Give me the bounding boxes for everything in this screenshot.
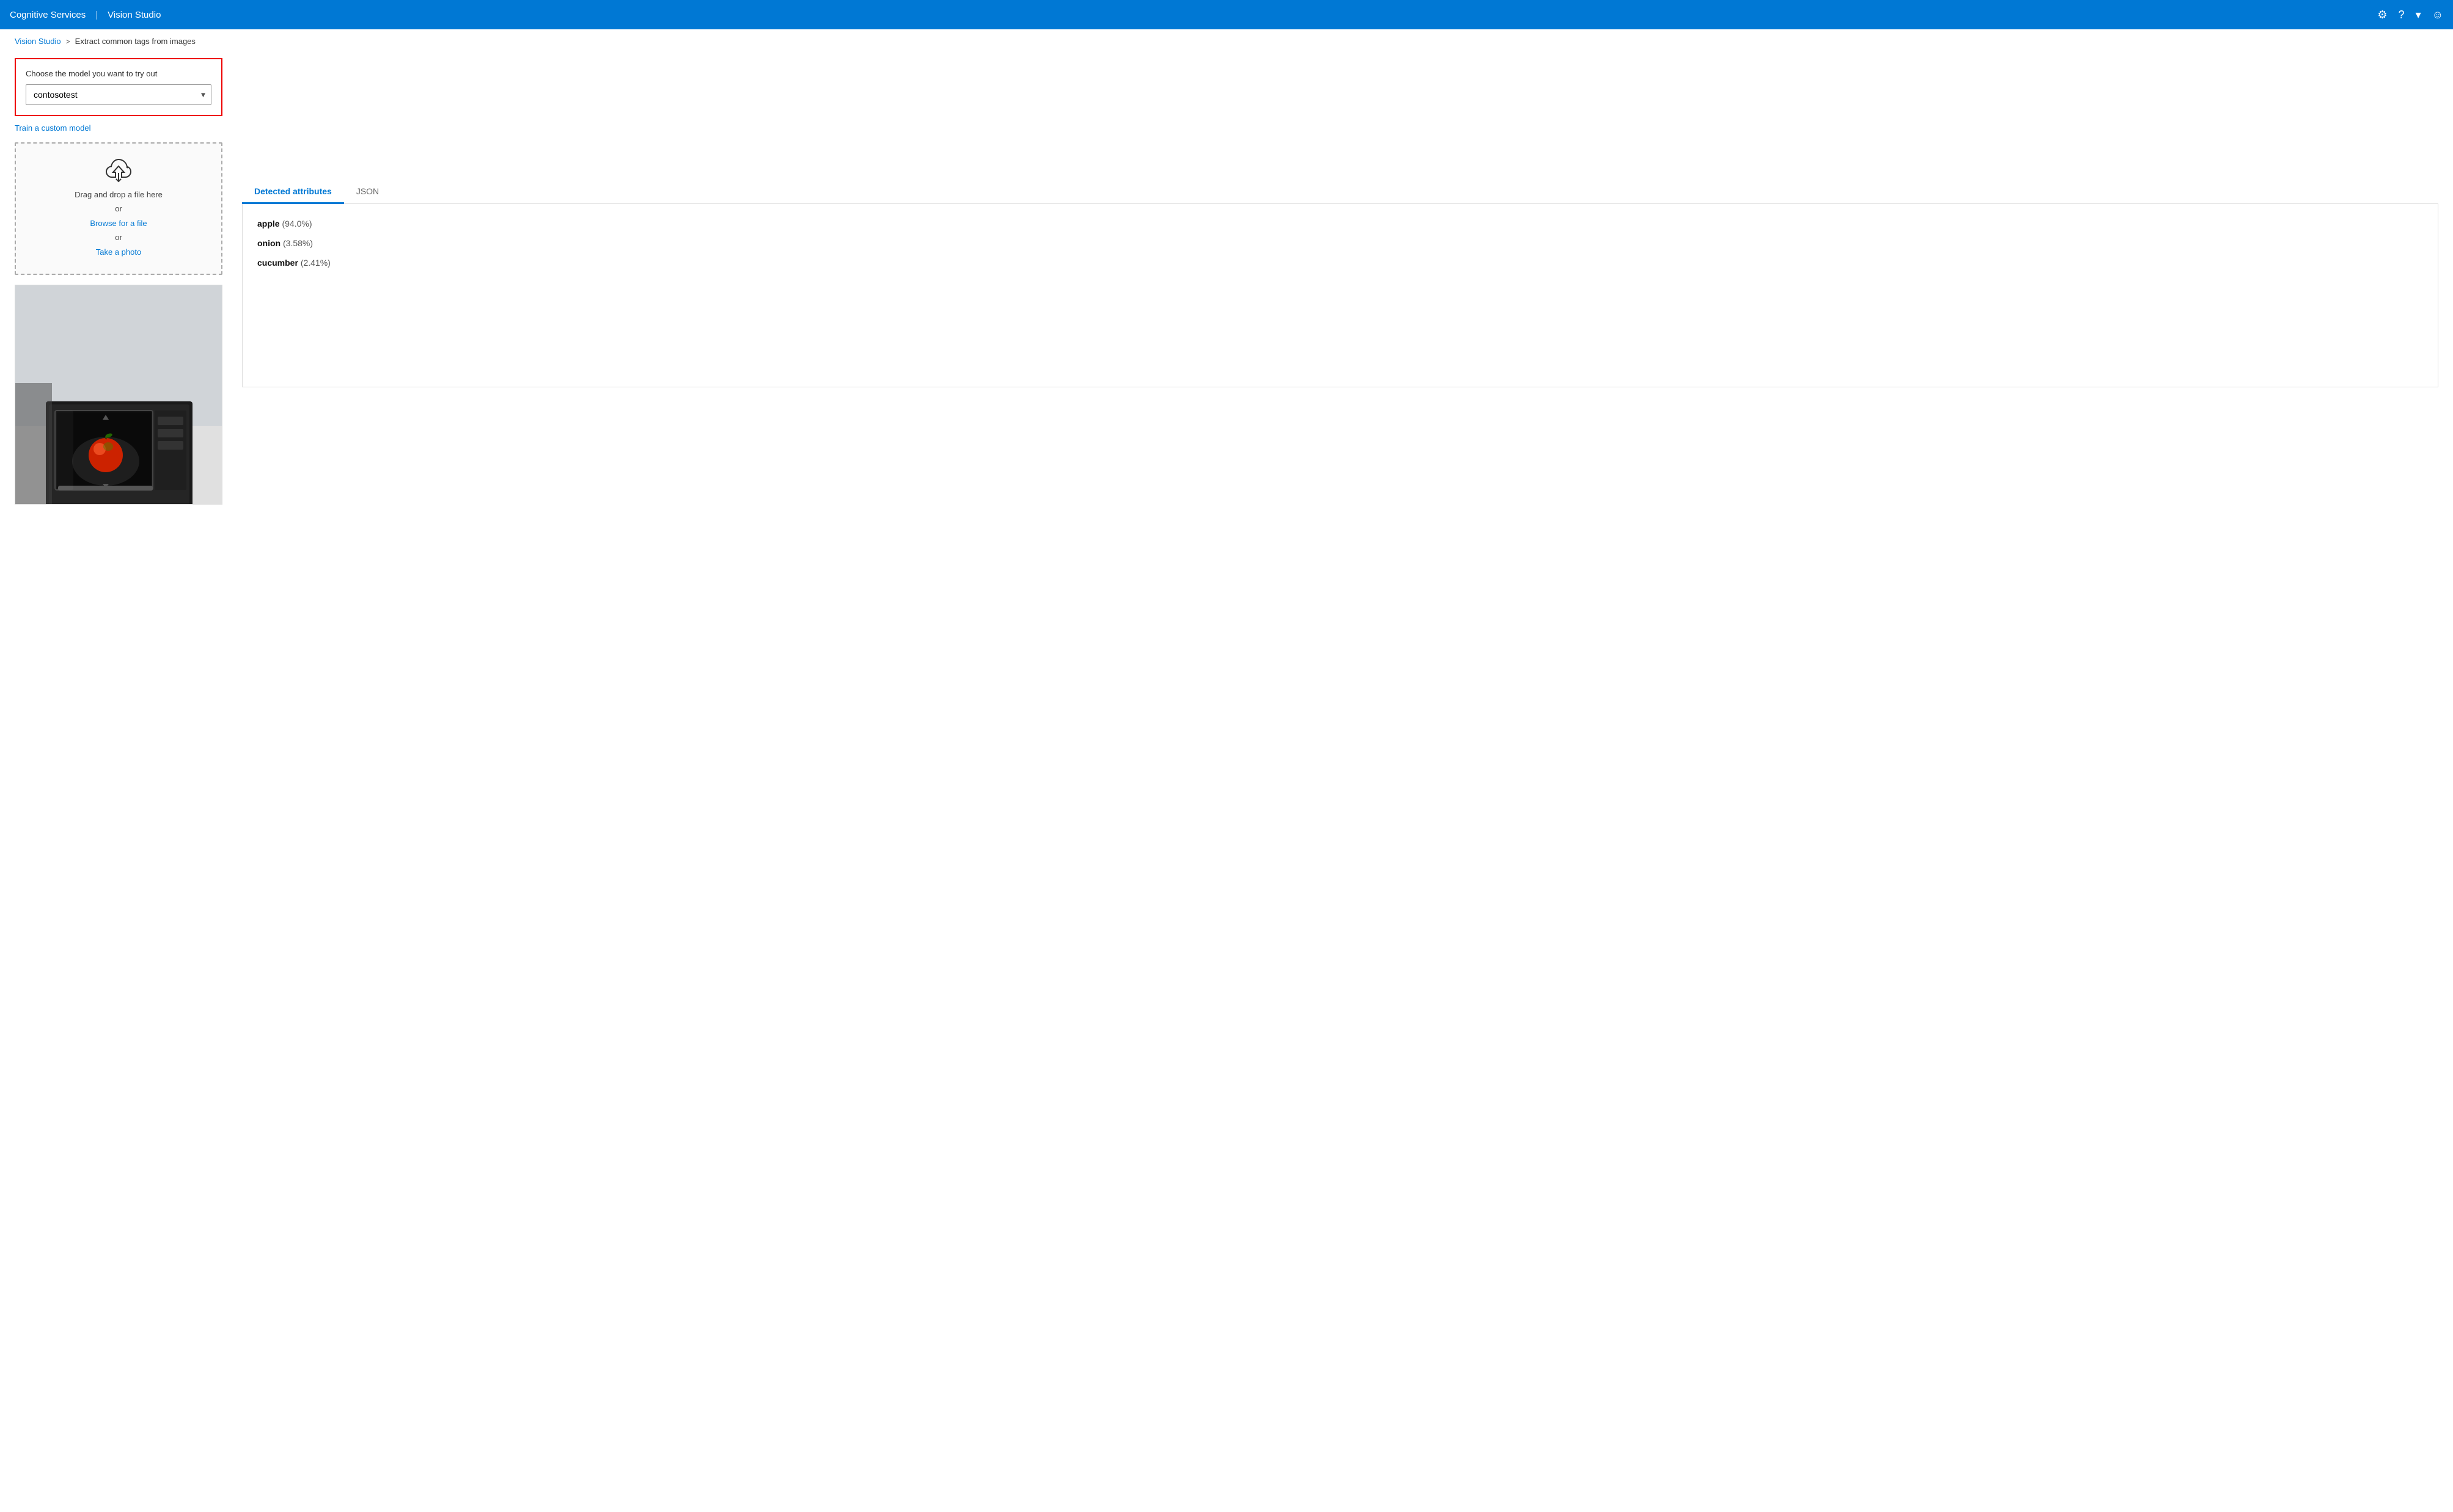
result-tag-onion: onion (257, 238, 280, 248)
result-item-apple: apple (94.0%) (257, 219, 2423, 228)
result-item-cucumber: cucumber (2.41%) (257, 258, 2423, 268)
model-select-wrapper[interactable]: contosotest Custom Model 2 Custom Model … (26, 84, 211, 105)
breadcrumb: Vision Studio > Extract common tags from… (0, 29, 2453, 53)
result-confidence-apple: (94.0%) (282, 219, 312, 228)
tabs: Detected attributes JSON (242, 180, 2438, 204)
app-header: Cognitive Services | Vision Studio ⚙ ? ▾… (0, 0, 2453, 29)
left-panel: Choose the model you want to try out con… (15, 58, 222, 505)
result-item-onion: onion (3.58%) (257, 238, 2423, 248)
tab-json[interactable]: JSON (344, 180, 391, 204)
result-tag-apple: apple (257, 219, 280, 228)
header-actions: ⚙ ? ▾ ☺ (2377, 9, 2443, 21)
or-text-2: or (115, 233, 122, 242)
upload-instructions: Drag and drop a file here or Browse for … (31, 188, 207, 259)
breadcrumb-separator: > (66, 37, 70, 46)
drag-text: Drag and drop a file here (75, 190, 163, 199)
train-custom-model-link[interactable]: Train a custom model (15, 123, 222, 133)
dropdown-icon[interactable]: ▾ (2416, 9, 2421, 21)
header-separator: | (95, 10, 98, 20)
tab-detected-attributes[interactable]: Detected attributes (242, 180, 344, 204)
result-confidence-onion: (3.58%) (283, 238, 313, 248)
breadcrumb-current: Extract common tags from images (75, 37, 196, 46)
results-panel: apple (94.0%) onion (3.58%) cucumber (2.… (242, 204, 2438, 387)
model-selector-label: Choose the model you want to try out (26, 69, 211, 78)
right-panel: Detected attributes JSON apple (94.0%) o… (242, 58, 2438, 505)
breadcrumb-home-link[interactable]: Vision Studio (15, 37, 61, 46)
settings-icon[interactable]: ⚙ (2377, 9, 2387, 21)
browse-file-link[interactable]: Browse for a file (90, 219, 147, 228)
image-preview-container (15, 285, 222, 505)
microwave-image (15, 285, 222, 505)
upload-area[interactable]: Drag and drop a file here or Browse for … (15, 142, 222, 275)
main-content: Choose the model you want to try out con… (0, 53, 2453, 519)
model-select[interactable]: contosotest Custom Model 2 Custom Model … (26, 84, 211, 105)
help-icon[interactable]: ? (2399, 9, 2405, 21)
or-text-1: or (115, 204, 122, 213)
model-selector-box: Choose the model you want to try out con… (15, 58, 222, 116)
take-photo-link[interactable]: Take a photo (96, 247, 141, 257)
header-brand: Cognitive Services | Vision Studio (10, 10, 161, 20)
upload-cloud-icon (104, 158, 133, 183)
cognitive-services-label: Cognitive Services (10, 10, 86, 20)
avatar-icon[interactable]: ☺ (2432, 9, 2443, 21)
result-confidence-cucumber: (2.41%) (301, 258, 331, 268)
vision-studio-label: Vision Studio (108, 10, 161, 20)
result-tag-cucumber: cucumber (257, 258, 298, 268)
